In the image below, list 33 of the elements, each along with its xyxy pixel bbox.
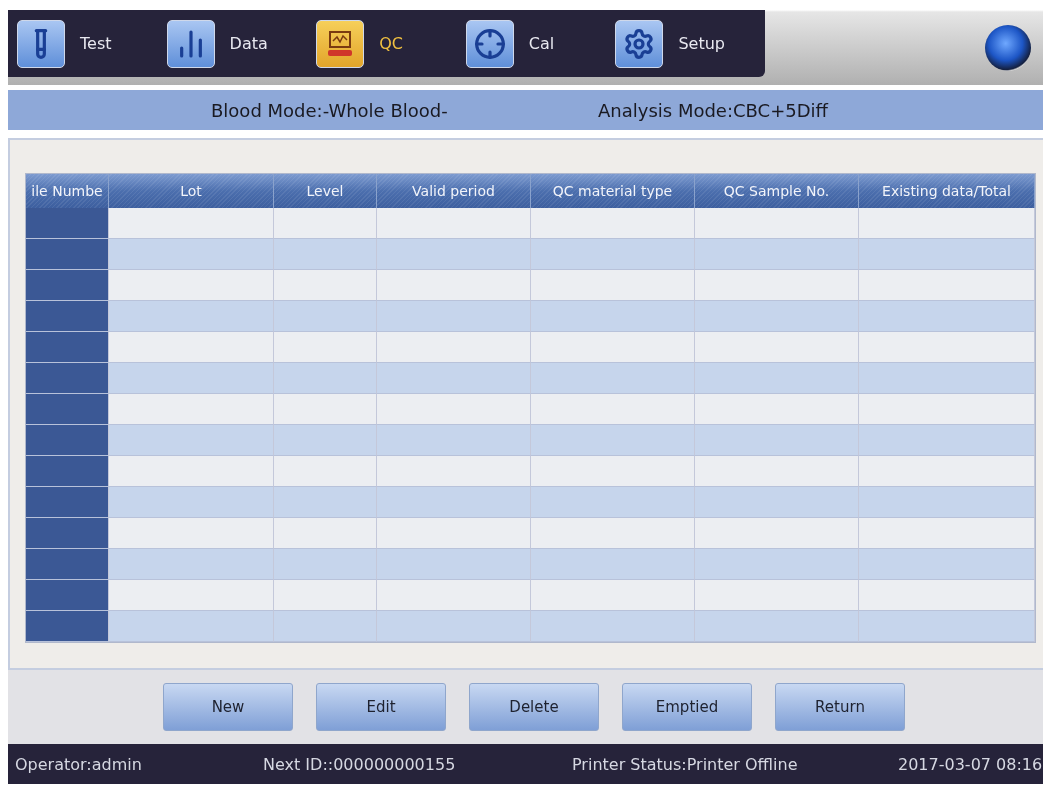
table-row[interactable] (26, 580, 1035, 611)
nav-tab[interactable]: Cal (465, 19, 616, 68)
table-row[interactable] (26, 332, 1035, 363)
action-button[interactable]: Emptied (622, 683, 752, 731)
action-button[interactable]: Return (775, 683, 905, 731)
operator-text: Operator:admin (15, 754, 142, 774)
action-button[interactable]: New (163, 683, 293, 731)
table-row[interactable] (26, 611, 1035, 642)
nav-tab[interactable]: Data (166, 19, 317, 68)
crosshair-icon (473, 27, 506, 60)
next-id-text: Next ID::000000000155 (263, 754, 456, 774)
printer-status-text: Printer Status:Printer Offline (572, 754, 798, 774)
table-row[interactable] (26, 425, 1035, 456)
action-button[interactable]: Delete (469, 683, 599, 731)
blood-mode-text: Blood Mode:-Whole Blood- (211, 99, 448, 121)
datetime-text: 2017-03-07 08:16 (898, 754, 1043, 774)
table-row[interactable] (26, 363, 1035, 394)
table-row[interactable] (26, 239, 1035, 270)
action-button[interactable]: Edit (316, 683, 446, 731)
table-row[interactable] (26, 270, 1035, 301)
table-row[interactable] (26, 208, 1035, 239)
analysis-mode-text: Analysis Mode:CBC+5Diff (598, 99, 828, 121)
status-orb-icon[interactable] (985, 24, 1031, 71)
table-row[interactable] (26, 518, 1035, 549)
nav-tab[interactable]: Test (17, 19, 167, 68)
nav-tab[interactable]: QC (316, 19, 466, 68)
table-row[interactable] (26, 487, 1035, 518)
table-row[interactable] (26, 394, 1035, 425)
table-row[interactable] (26, 301, 1035, 332)
table-row[interactable] (26, 549, 1035, 580)
nav-tab[interactable]: Setup (615, 19, 765, 68)
settings-icon (623, 27, 656, 60)
table-row[interactable] (26, 456, 1035, 487)
